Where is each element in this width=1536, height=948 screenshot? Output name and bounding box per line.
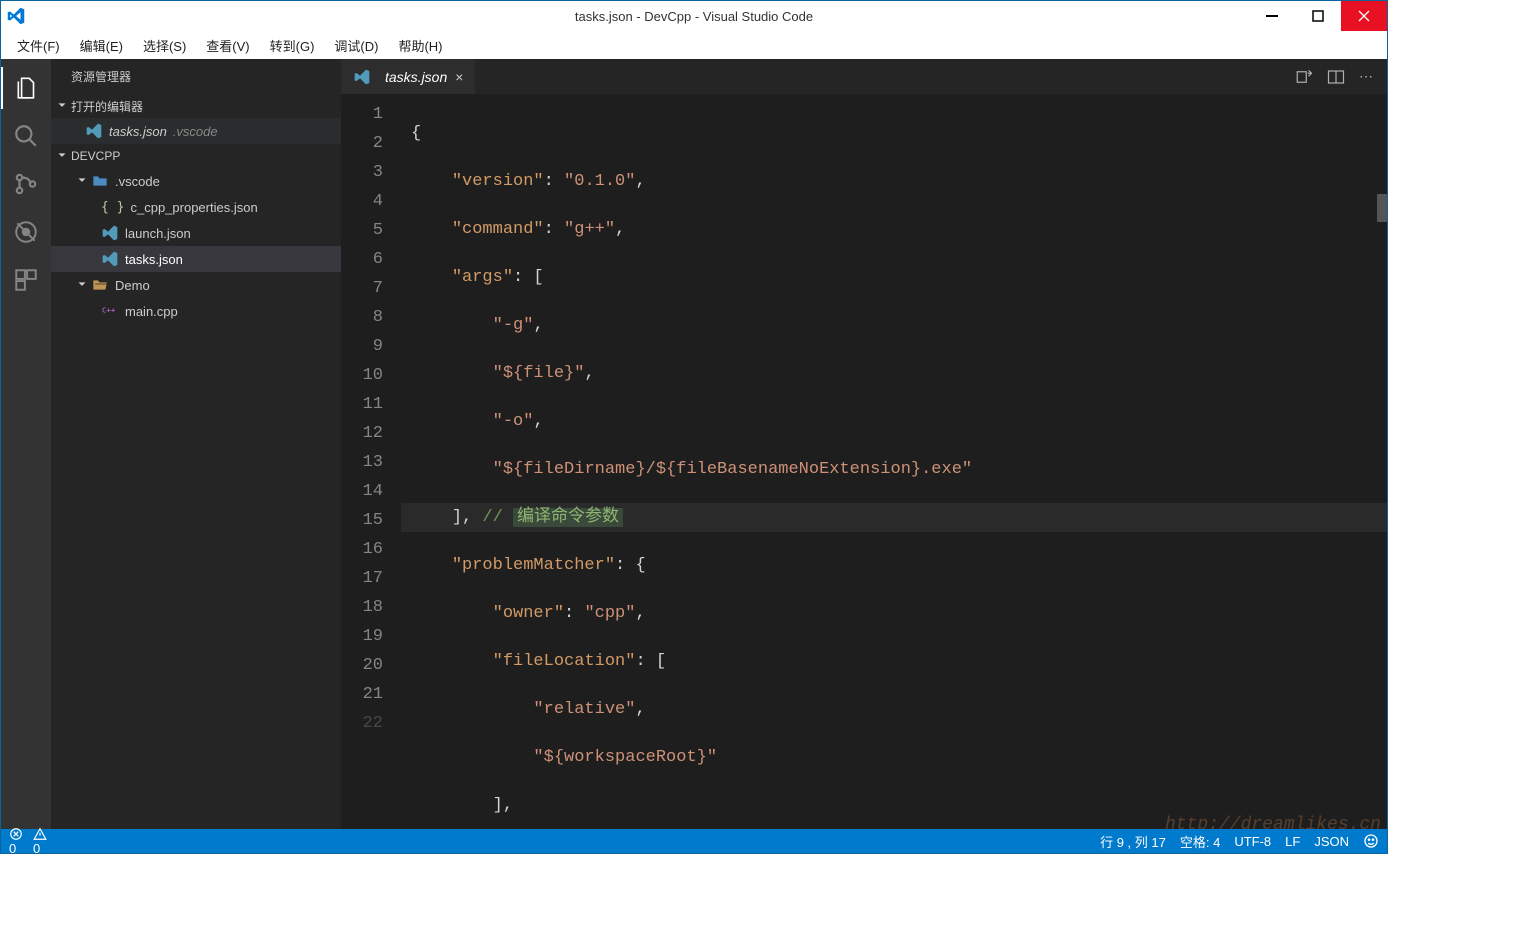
eol[interactable]: LF <box>1285 834 1300 849</box>
statusbar: 0 0 行 9 , 列 17 空格: 4 UTF-8 LF JSON <box>1 829 1387 853</box>
menu-edit[interactable]: 编辑(E) <box>70 36 133 55</box>
file-tasks[interactable]: tasks.json <box>51 246 341 272</box>
split-icon[interactable] <box>1327 68 1345 86</box>
watermark: http://dreamlikes.cn <box>1165 815 1381 829</box>
debug-icon[interactable] <box>1 211 51 253</box>
cpp-icon: C++ <box>101 303 119 319</box>
compare-icon[interactable] <box>1295 68 1313 86</box>
svg-text:C++: C++ <box>102 305 116 314</box>
close-icon[interactable]: × <box>455 69 463 85</box>
cursor-position[interactable]: 行 9 , 列 17 <box>1100 832 1166 851</box>
activitybar <box>1 59 51 829</box>
menu-go[interactable]: 转到(G) <box>260 36 325 55</box>
open-editor-item[interactable]: tasks.json .vscode <box>51 118 341 144</box>
close-button[interactable] <box>1341 1 1387 31</box>
open-editors-header[interactable]: 打开的编辑器 <box>51 94 341 118</box>
tab-tasks-json[interactable]: tasks.json × <box>341 59 476 94</box>
menu-file[interactable]: 文件(F) <box>7 36 70 55</box>
tabbar: tasks.json × ⋯ <box>341 59 1387 94</box>
folder-open-icon <box>91 277 109 293</box>
minimize-button[interactable] <box>1249 1 1295 31</box>
project-header[interactable]: DEVCPP <box>51 144 341 168</box>
sidebar: 资源管理器 打开的编辑器 tasks.json .vscode DEVCPP .… <box>51 59 341 829</box>
search-icon[interactable] <box>1 115 51 157</box>
more-icon[interactable]: ⋯ <box>1359 68 1373 85</box>
file-launch[interactable]: launch.json <box>51 220 341 246</box>
folder-vscode[interactable]: .vscode <box>51 168 341 194</box>
gutter: 12345678910111213141516171819202122 <box>341 94 401 829</box>
folder-icon <box>91 173 109 189</box>
menu-debug[interactable]: 调试(D) <box>324 36 388 55</box>
editor[interactable]: 12345678910111213141516171819202122 { "v… <box>341 94 1387 829</box>
vscode-file-icon <box>353 69 371 85</box>
vscode-file-icon <box>85 123 103 139</box>
vscode-file-icon <box>101 225 119 241</box>
feedback-icon[interactable] <box>1363 833 1379 849</box>
braces-icon: { } <box>101 200 124 215</box>
menu-select[interactable]: 选择(S) <box>133 36 196 55</box>
errors-indicator[interactable]: 0 <box>9 827 23 856</box>
menu-view[interactable]: 查看(V) <box>196 36 259 55</box>
file-main-cpp[interactable]: C++ main.cpp <box>51 298 341 324</box>
extensions-icon[interactable] <box>1 259 51 301</box>
folder-demo[interactable]: Demo <box>51 272 341 298</box>
warnings-indicator[interactable]: 0 <box>33 827 47 856</box>
maximize-button[interactable] <box>1295 1 1341 31</box>
language-mode[interactable]: JSON <box>1314 834 1349 849</box>
menu-help[interactable]: 帮助(H) <box>388 36 452 55</box>
titlebar: tasks.json - DevCpp - Visual Studio Code <box>1 1 1387 31</box>
vscode-file-icon <box>101 251 119 267</box>
file-c-cpp-props[interactable]: { } c_cpp_properties.json <box>51 194 341 220</box>
code-content[interactable]: { "version": "0.1.0", "command": "g++", … <box>401 94 1387 829</box>
sidebar-title: 资源管理器 <box>51 59 341 94</box>
explorer-icon[interactable] <box>1 67 51 109</box>
title-text: tasks.json - DevCpp - Visual Studio Code <box>1 9 1387 24</box>
indentation[interactable]: 空格: 4 <box>1180 832 1220 851</box>
menubar: 文件(F) 编辑(E) 选择(S) 查看(V) 转到(G) 调试(D) 帮助(H… <box>1 31 1387 59</box>
overview-ruler-marker <box>1377 194 1387 222</box>
encoding[interactable]: UTF-8 <box>1234 834 1271 849</box>
git-icon[interactable] <box>1 163 51 205</box>
